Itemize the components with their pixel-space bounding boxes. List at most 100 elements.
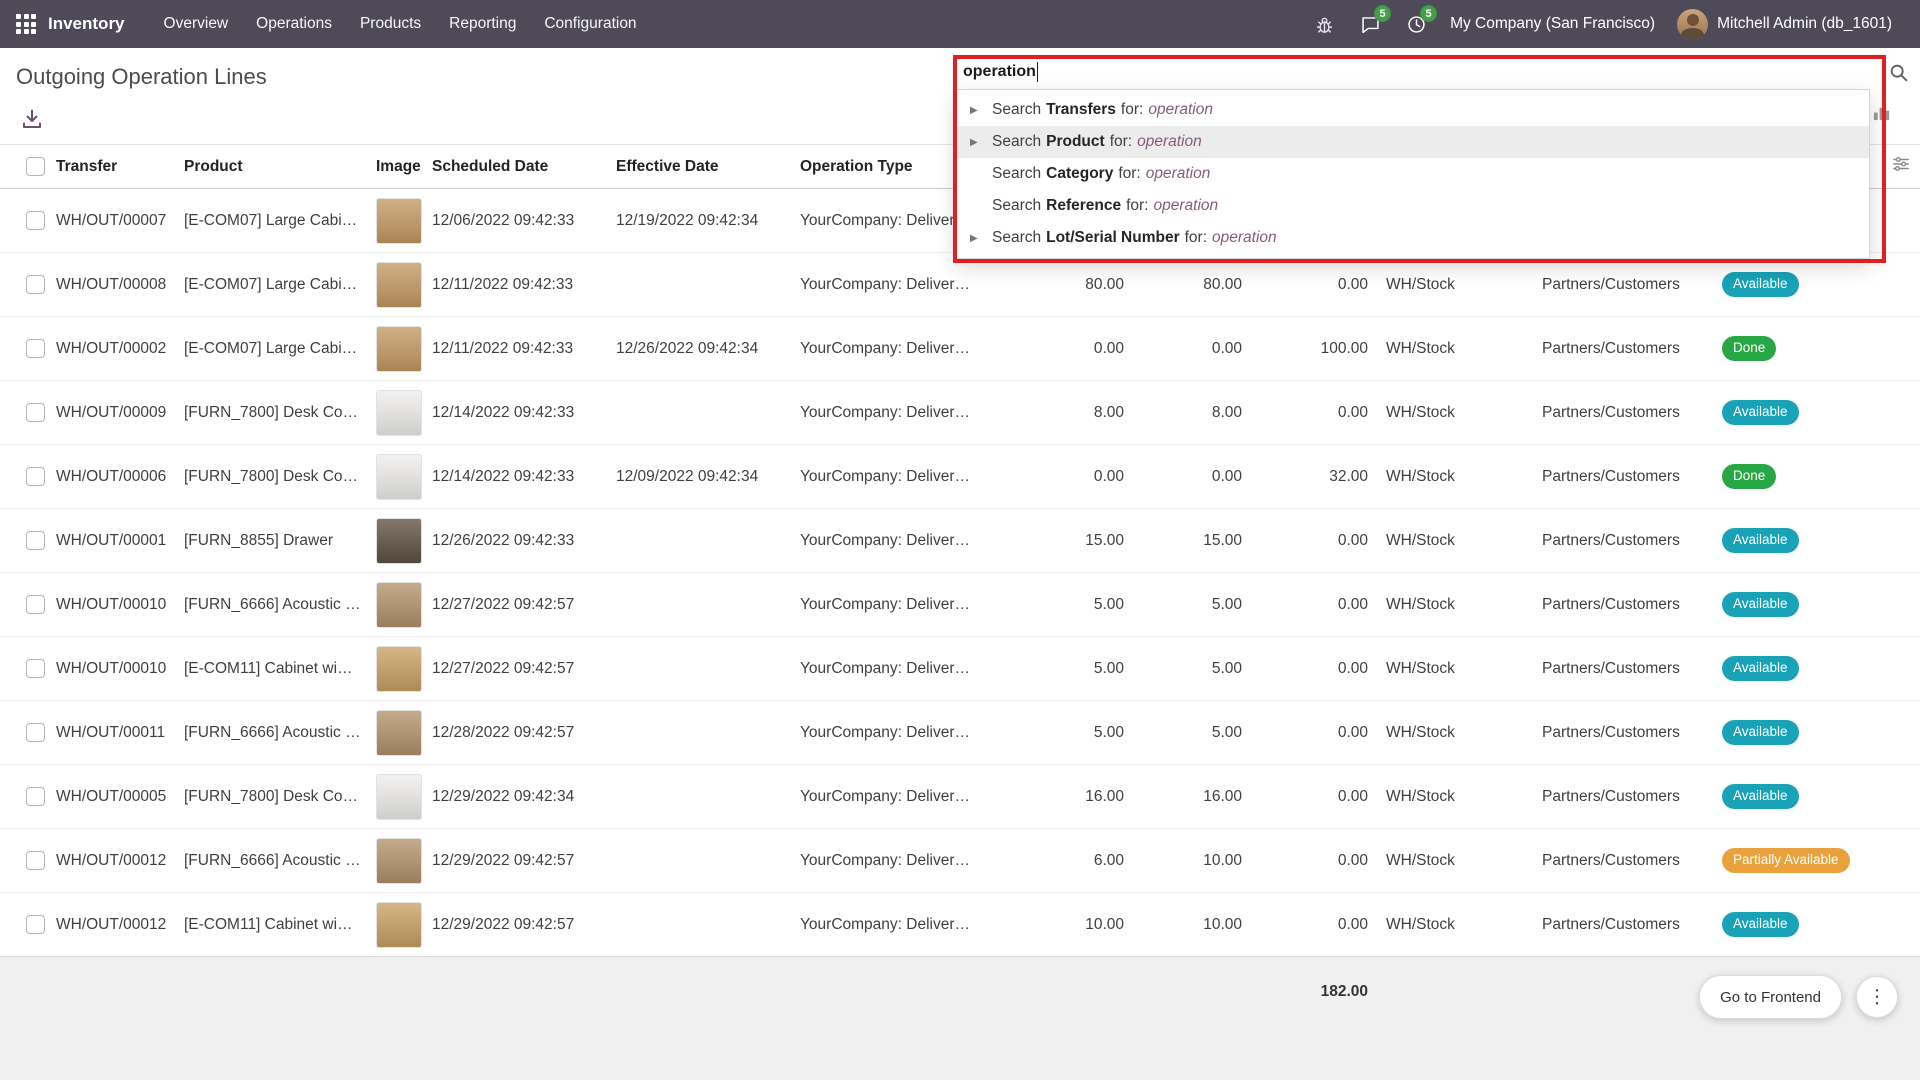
row-checkbox[interactable] (26, 851, 45, 870)
expand-arrow-icon: ▶ (970, 233, 992, 244)
table-row[interactable]: WH/OUT/00012 [FURN_6666] Acoustic … 12/2… (0, 829, 1920, 893)
column-header-effective-date[interactable]: Effective Date (612, 145, 796, 189)
cell-scheduled-date: 12/28/2022 09:42:57 (428, 701, 612, 765)
product-image (376, 902, 422, 948)
column-header-image[interactable]: Image (372, 145, 428, 189)
row-checkbox-cell (0, 701, 52, 765)
table-row[interactable]: WH/OUT/00010 [E-COM11] Cabinet wi… 12/27… (0, 637, 1920, 701)
cell-operation-type: YourCompany: Deliver… (796, 381, 982, 445)
search-suggestion[interactable]: ▶ Search Category for: operation (956, 158, 1869, 190)
column-header-product[interactable]: Product (180, 145, 372, 189)
cell-quantity-3: 0.00 (1246, 253, 1372, 317)
cell-quantity-1: 6.00 (982, 829, 1128, 893)
cell-image (372, 253, 428, 317)
menu-configuration[interactable]: Configuration (531, 8, 649, 40)
cell-spacer (1882, 893, 1920, 957)
column-header-scheduled-date[interactable]: Scheduled Date (428, 145, 612, 189)
cell-quantity-1: 8.00 (982, 381, 1128, 445)
table-row[interactable]: WH/OUT/00002 [E-COM07] Large Cabi… 12/11… (0, 317, 1920, 381)
row-checkbox-cell (0, 381, 52, 445)
search-suggestion[interactable]: ▶ Search Transfers for: operation (956, 94, 1869, 126)
search-input[interactable]: operation (955, 55, 1870, 89)
menu-operations[interactable]: Operations (243, 8, 345, 40)
row-checkbox-cell (0, 189, 52, 253)
row-checkbox-cell (0, 573, 52, 637)
table-row[interactable]: WH/OUT/00006 [FURN_7800] Desk Co… 12/14/… (0, 445, 1920, 509)
cell-operation-type: YourCompany: Deliver… (796, 253, 982, 317)
row-checkbox[interactable] (26, 787, 45, 806)
activities-clock-icon[interactable]: 5 (1404, 12, 1428, 36)
search-icon[interactable] (1888, 62, 1910, 89)
cell-image (372, 637, 428, 701)
apps-menu-icon[interactable] (16, 14, 36, 34)
cell-operation-type: YourCompany: Deliver… (796, 317, 982, 381)
row-checkbox[interactable] (26, 595, 45, 614)
debug-bug-icon[interactable] (1312, 12, 1336, 36)
table-row[interactable]: WH/OUT/00008 [E-COM07] Large Cabi… 12/11… (0, 253, 1920, 317)
row-checkbox[interactable] (26, 531, 45, 550)
row-checkbox[interactable] (26, 211, 45, 230)
column-header-transfer[interactable]: Transfer (52, 145, 180, 189)
search-suggestion[interactable]: ▶ Search Product for: operation (956, 126, 1869, 158)
menu-reporting[interactable]: Reporting (436, 8, 529, 40)
user-avatar (1677, 9, 1708, 40)
cell-image (372, 509, 428, 573)
footer-total: 182.00 (1146, 983, 1368, 1001)
row-checkbox[interactable] (26, 915, 45, 934)
cell-spacer (1882, 253, 1920, 317)
table-row[interactable]: WH/OUT/00009 [FURN_7800] Desk Co… 12/14/… (0, 381, 1920, 445)
search-suggestion[interactable]: ▶ Search Reference for: operation (956, 190, 1869, 222)
cell-status: Available (1682, 701, 1882, 765)
cell-product: [FURN_7800] Desk Co… (180, 381, 372, 445)
row-checkbox[interactable] (26, 339, 45, 358)
row-checkbox[interactable] (26, 723, 45, 742)
table-row[interactable]: WH/OUT/00012 [E-COM11] Cabinet wi… 12/29… (0, 893, 1920, 957)
menu-overview[interactable]: Overview (151, 8, 242, 40)
status-badge: Available (1722, 784, 1799, 809)
go-to-frontend-button[interactable]: Go to Frontend (1699, 975, 1842, 1019)
cell-quantity-3: 0.00 (1246, 893, 1372, 957)
menu-products[interactable]: Products (347, 8, 434, 40)
status-badge: Available (1722, 528, 1799, 553)
cell-product: [FURN_7800] Desk Co… (180, 765, 372, 829)
row-checkbox[interactable] (26, 403, 45, 422)
cell-effective-date (612, 253, 796, 317)
product-image (376, 518, 422, 564)
cell-effective-date (612, 829, 796, 893)
user-menu[interactable]: Mitchell Admin (db_1601) (1677, 9, 1892, 40)
row-checkbox[interactable] (26, 275, 45, 294)
table-row[interactable]: WH/OUT/00011 [FURN_6666] Acoustic … 12/2… (0, 701, 1920, 765)
optional-columns-button[interactable] (1882, 145, 1920, 189)
cell-product: [E-COM07] Large Cabi… (180, 317, 372, 381)
cell-image (372, 765, 428, 829)
cell-image (372, 829, 428, 893)
table-row[interactable]: WH/OUT/00010 [FURN_6666] Acoustic … 12/2… (0, 573, 1920, 637)
row-checkbox[interactable] (26, 659, 45, 678)
cell-scheduled-date: 12/11/2022 09:42:33 (428, 253, 612, 317)
table-row[interactable]: WH/OUT/00005 [FURN_7800] Desk Co… 12/29/… (0, 765, 1920, 829)
cell-product: [E-COM11] Cabinet wi… (180, 893, 372, 957)
view-switcher-icon[interactable] (1872, 103, 1891, 127)
company-switcher[interactable]: My Company (San Francisco) (1450, 15, 1655, 33)
cell-spacer (1882, 765, 1920, 829)
app-name[interactable]: Inventory (48, 14, 125, 34)
row-checkbox[interactable] (26, 467, 45, 486)
table-row[interactable]: WH/OUT/00001 [FURN_8855] Drawer 12/26/20… (0, 509, 1920, 573)
cell-quantity-2: 5.00 (1128, 573, 1246, 637)
cell-image (372, 573, 428, 637)
cell-effective-date (612, 765, 796, 829)
cell-quantity-1: 15.00 (982, 509, 1128, 573)
export-button[interactable] (16, 103, 48, 135)
cell-quantity-2: 10.00 (1128, 829, 1246, 893)
cell-operation-type: YourCompany: Deliver… (796, 445, 982, 509)
cell-operation-type: YourCompany: Deliver… (796, 765, 982, 829)
cell-product: [FURN_7800] Desk Co… (180, 445, 372, 509)
more-options-button[interactable]: ⋮ (1856, 976, 1898, 1018)
cell-operation-type: YourCompany: Deliver… (796, 509, 982, 573)
messages-icon[interactable]: 5 (1358, 12, 1382, 36)
select-all-checkbox[interactable] (26, 157, 45, 176)
cell-quantity-1: 80.00 (982, 253, 1128, 317)
activities-count-badge: 5 (1420, 5, 1437, 22)
cell-quantity-2: 80.00 (1128, 253, 1246, 317)
search-suggestion[interactable]: ▶ Search Lot/Serial Number for: operatio… (956, 222, 1869, 254)
